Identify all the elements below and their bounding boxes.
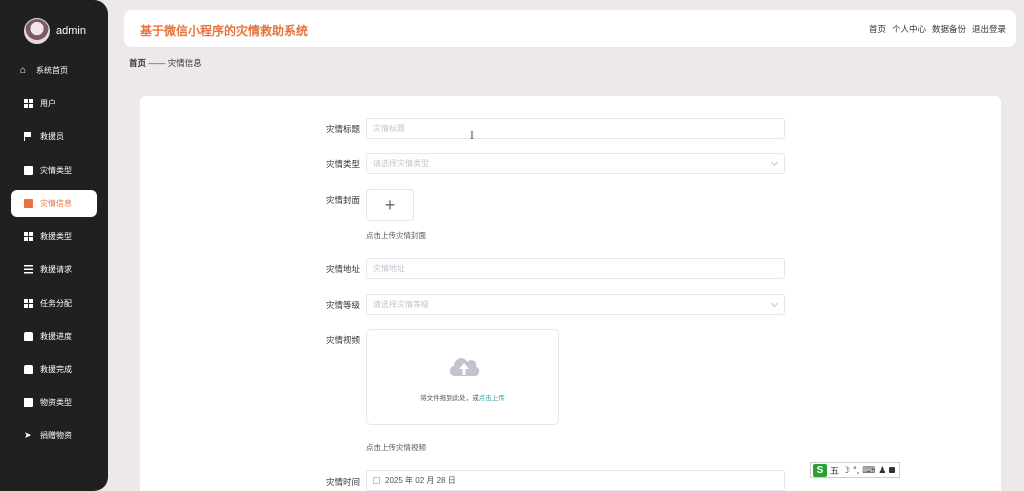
breadcrumb-separator: —— xyxy=(146,58,168,68)
sidebar-item-rescuers[interactable]: 救援员 xyxy=(11,123,97,150)
book-icon xyxy=(24,398,33,407)
chevron-down-icon xyxy=(770,299,779,308)
punctuation-icon[interactable]: °, xyxy=(853,465,859,475)
cover-label: 灾情封面 xyxy=(325,195,360,205)
top-link-profile[interactable]: 个人中心 xyxy=(892,23,926,35)
sidebar-item-home[interactable]: ⌂ 系统首页 xyxy=(11,57,97,84)
sidebar-item-label: 物资类型 xyxy=(40,398,72,407)
sidebar-item-rescue-progress[interactable]: 救援进度 xyxy=(11,323,97,350)
clipboard-icon xyxy=(24,199,33,208)
sidebar-item-label: 救援进度 xyxy=(40,332,72,341)
sidebar-item-users[interactable]: 用户 xyxy=(11,90,97,117)
cover-hint: 点击上传灾情封面 xyxy=(366,231,426,240)
sidebar-item-disaster-type[interactable]: 灾情类型 xyxy=(11,157,97,184)
chevron-down-icon xyxy=(770,158,779,167)
sidebar-item-label: 救援类型 xyxy=(40,232,72,241)
top-nav: 首页 个人中心 数据备份 退出登录 xyxy=(869,23,1006,35)
cloud-upload-icon xyxy=(449,358,480,376)
dropzone-upload-link[interactable]: 点击上传 xyxy=(479,395,505,402)
sidebar: admin ⌂ 系统首页 用户 救援员 灾情类型 灾情信息 救援类型 救援请求 … xyxy=(0,0,108,491)
sidebar-item-label: 捐赠物资 xyxy=(40,431,72,440)
top-link-backup[interactable]: 数据备份 xyxy=(932,23,966,35)
video-upload-dropzone[interactable]: 将文件拖到此处，或点击上传 xyxy=(366,329,559,425)
clipboard-icon xyxy=(24,365,33,374)
sidebar-item-label: 救援员 xyxy=(40,132,64,141)
video-hint: 点击上传灾情视频 xyxy=(366,443,426,452)
sidebar-item-donated-supplies[interactable]: ➤ 捐赠物资 xyxy=(11,422,97,449)
video-label: 灾情视频 xyxy=(325,335,360,345)
time-value: 2025 年 02 月 28 日 xyxy=(385,476,456,485)
cover-upload-button[interactable]: + xyxy=(366,189,414,221)
breadcrumb-home[interactable]: 首页 xyxy=(129,58,146,68)
form-panel: 灾情标题 灾情标题 I 灾情类型 请选择灾情类型 灾情封面 + 点击上传灾情封面… xyxy=(140,96,1001,491)
time-label: 灾情时间 xyxy=(325,477,360,487)
level-select[interactable]: 请选择灾情等级 xyxy=(366,294,785,315)
sidebar-item-rescue-complete[interactable]: 救援完成 xyxy=(11,356,97,383)
top-link-home[interactable]: 首页 xyxy=(869,23,886,35)
title-label: 灾情标题 xyxy=(325,124,360,134)
ime-mode[interactable]: 五 xyxy=(830,464,839,477)
dropzone-instruction: 将文件拖到此处，或 xyxy=(420,395,479,402)
moon-icon[interactable]: ☽ xyxy=(842,465,850,476)
chat-icon xyxy=(24,166,33,175)
time-date-picker[interactable]: 2025 年 02 月 28 日 xyxy=(366,470,785,491)
breadcrumb-current: 灾情信息 xyxy=(167,58,202,68)
grid-icon xyxy=(24,299,33,308)
sidebar-item-label: 任务分配 xyxy=(40,299,72,308)
title-input[interactable]: 灾情标题 xyxy=(366,118,785,139)
plus-icon: + xyxy=(384,194,396,215)
ime-logo-icon: S xyxy=(813,463,827,477)
briefcase-icon xyxy=(24,332,33,341)
top-link-logout[interactable]: 退出登录 xyxy=(972,23,1006,35)
type-select[interactable]: 请选择灾情类型 xyxy=(366,153,785,174)
flag-icon xyxy=(24,132,33,141)
dropzone-text: 将文件拖到此处，或点击上传 xyxy=(367,392,558,402)
sidebar-item-label: 救援完成 xyxy=(40,365,72,374)
sidebar-item-label: 救援请求 xyxy=(40,265,72,274)
type-placeholder: 请选择灾情类型 xyxy=(373,159,429,168)
title-placeholder: 灾情标题 xyxy=(373,124,405,133)
sliders-icon xyxy=(24,265,33,274)
breadcrumb: 首页 —— 灾情信息 xyxy=(129,57,202,69)
sidebar-item-label: 灾情信息 xyxy=(40,199,72,208)
grid-menu-icon[interactable] xyxy=(889,467,896,473)
sidebar-item-rescue-type[interactable]: 救援类型 xyxy=(11,223,97,250)
text-cursor-icon: I xyxy=(470,131,474,142)
address-input[interactable]: 灾情地址 xyxy=(366,258,785,279)
address-label: 灾情地址 xyxy=(325,264,360,274)
keyboard-icon[interactable]: ⌨ xyxy=(862,465,875,476)
level-placeholder: 请选择灾情等级 xyxy=(373,300,429,309)
top-header: 基于微信小程序的灾情救助系统 首页 个人中心 数据备份 退出登录 xyxy=(124,10,1016,47)
avatar[interactable] xyxy=(24,18,50,44)
sidebar-item-label: 用户 xyxy=(40,99,56,108)
grid-icon xyxy=(24,99,33,108)
home-icon: ⌂ xyxy=(20,65,27,76)
sidebar-item-label: 灾情类型 xyxy=(40,166,72,175)
sidebar-item-rescue-request[interactable]: 救援请求 xyxy=(11,256,97,283)
sidebar-item-label: 系统首页 xyxy=(36,66,68,75)
ime-toolbar[interactable]: S 五 ☽ °, ⌨ ♟ xyxy=(810,462,900,478)
sidebar-item-disaster-info[interactable]: 灾情信息 xyxy=(11,190,97,217)
username: admin xyxy=(56,25,86,37)
user-icon[interactable]: ♟ xyxy=(878,465,886,476)
calendar-icon xyxy=(373,477,380,484)
sidebar-item-task-assign[interactable]: 任务分配 xyxy=(11,290,97,317)
level-label: 灾情等级 xyxy=(325,300,360,310)
type-label: 灾情类型 xyxy=(325,159,360,169)
user-profile[interactable]: admin xyxy=(24,17,86,45)
grid-icon xyxy=(24,232,33,241)
sidebar-item-supply-type[interactable]: 物资类型 xyxy=(11,389,97,416)
site-title: 基于微信小程序的灾情救助系统 xyxy=(140,24,309,38)
send-icon: ➤ xyxy=(24,430,32,440)
address-placeholder: 灾情地址 xyxy=(373,264,405,273)
